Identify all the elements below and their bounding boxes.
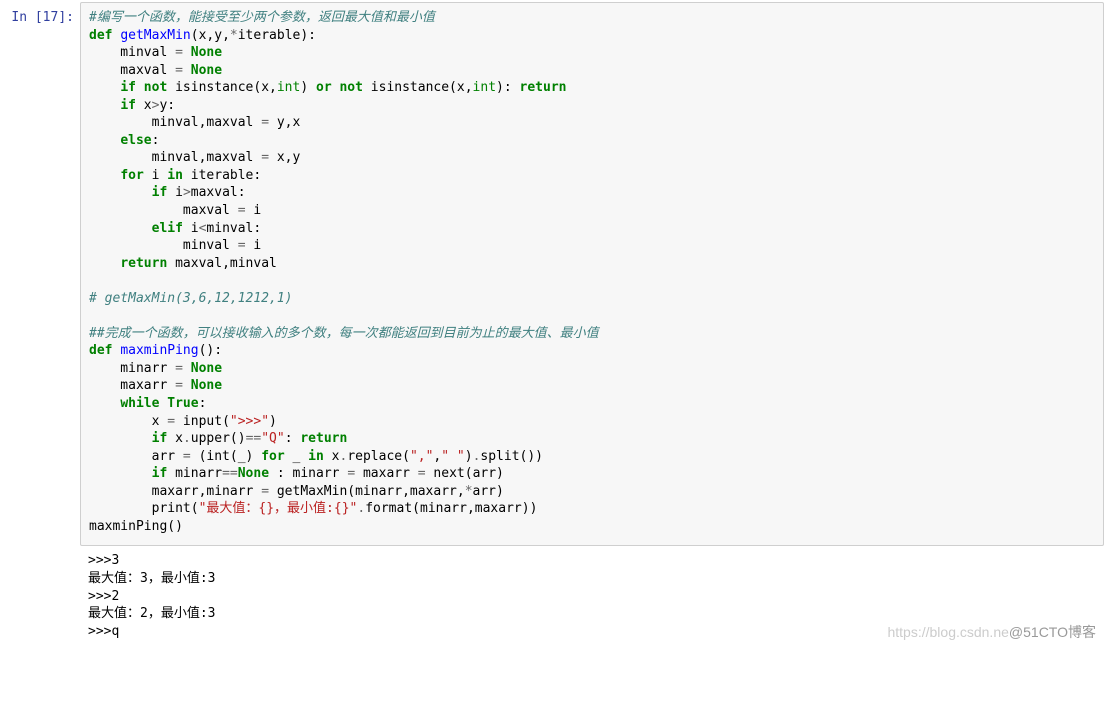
prompt-label: In [17]: — [11, 10, 74, 25]
input-prompt: In [17]: — [2, 2, 80, 25]
code-input-area[interactable]: #编写一个函数，能接受至少两个参数，返回最大值和最小值 def getMaxMi… — [80, 2, 1104, 546]
watermark: https://blog.csdn.ne@51CTO博客 — [887, 623, 1096, 642]
notebook-container: In [17]: #编写一个函数，能接受至少两个参数，返回最大值和最小值 def… — [0, 0, 1112, 648]
output-prompt — [2, 546, 80, 554]
code-content: #编写一个函数，能接受至少两个参数，返回最大值和最小值 def getMaxMi… — [89, 9, 1095, 535]
code-cell: In [17]: #编写一个函数，能接受至少两个参数，返回最大值和最小值 def… — [2, 2, 1110, 546]
output-cell: >>>3 最大值：3，最小值:3 >>>2 最大值：2，最小值:3 >>>q h… — [2, 546, 1110, 646]
output-area: >>>3 最大值：3，最小值:3 >>>2 最大值：2，最小值:3 >>>q h… — [80, 546, 1104, 646]
